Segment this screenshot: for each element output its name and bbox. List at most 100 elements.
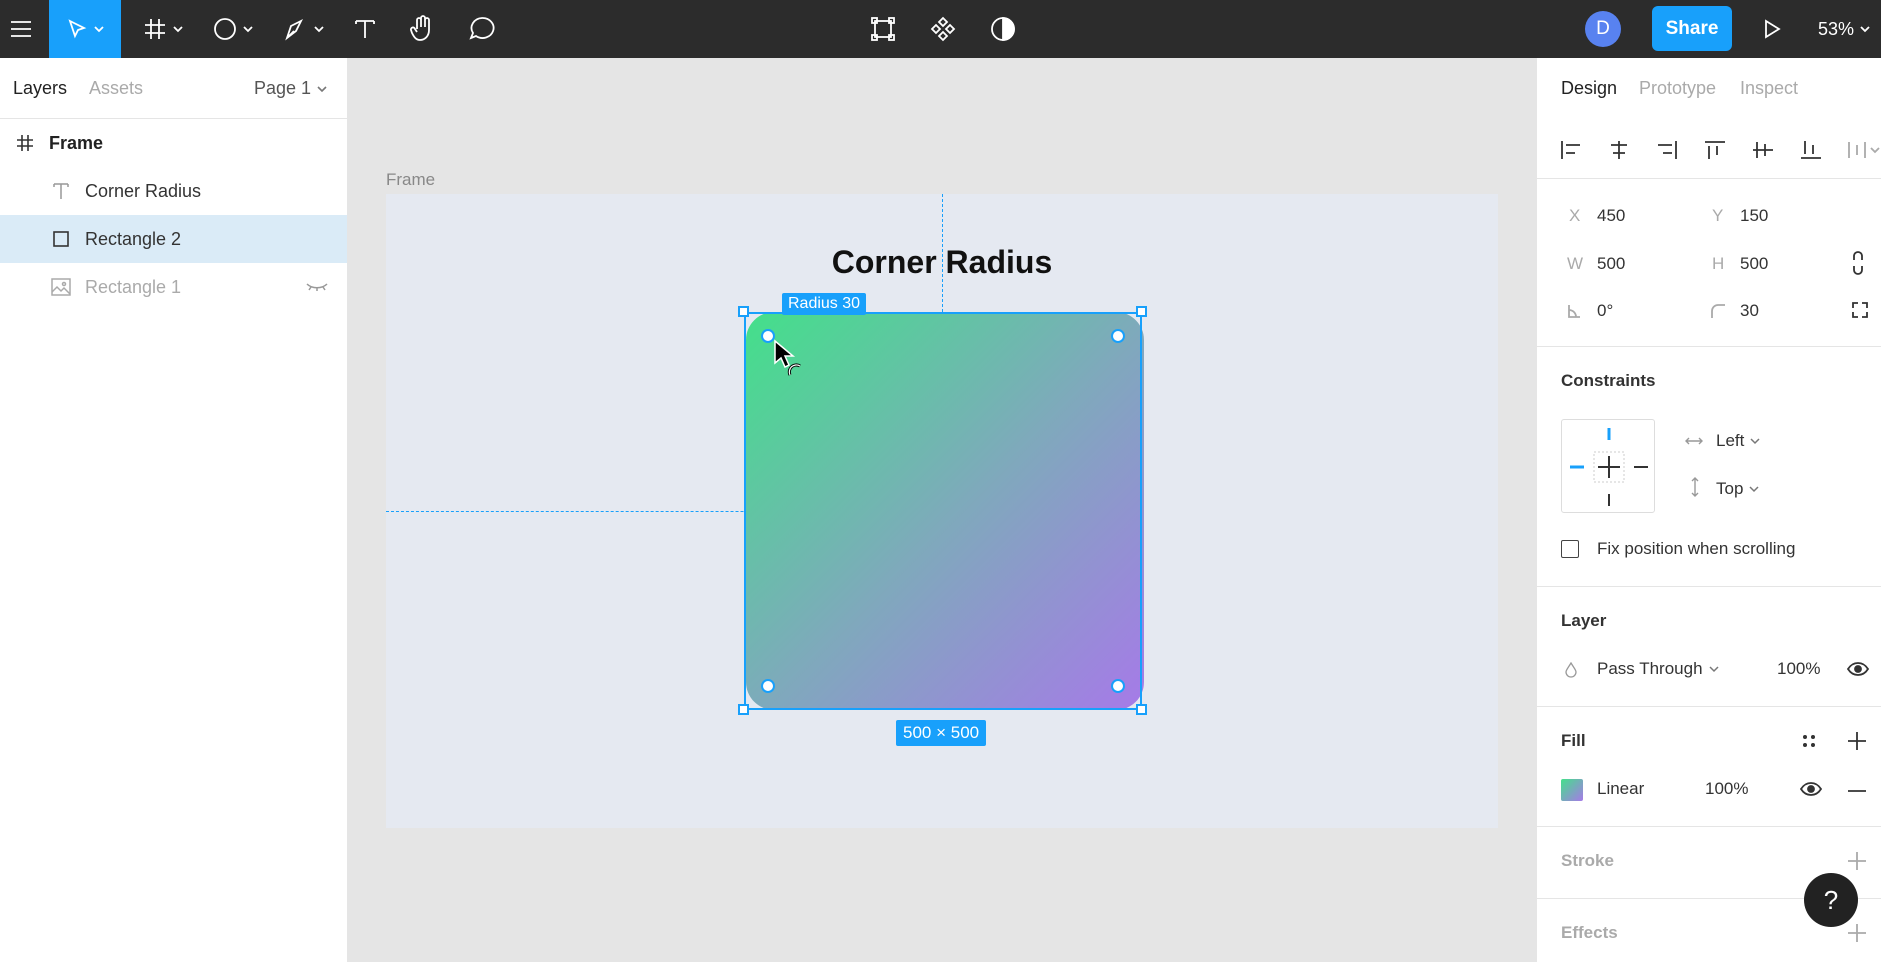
help-button[interactable]: ? [1804,873,1858,927]
text-icon [49,179,73,203]
frame-label[interactable]: Frame [386,170,435,190]
shape-tool-button[interactable] [208,0,258,58]
stroke-title: Stroke [1561,851,1614,870]
constraints-widget[interactable] [1561,419,1655,513]
component-icon [930,16,956,42]
frame-tool-button[interactable] [138,0,188,58]
resize-handle-bottom-left[interactable] [738,704,749,715]
align-top-icon[interactable] [1704,140,1726,160]
avatar[interactable]: D [1585,11,1621,47]
present-button[interactable] [1757,0,1787,58]
main-menu-icon[interactable] [0,0,42,58]
text-tool-button[interactable] [350,0,380,58]
zoom-dropdown[interactable]: 53% [1818,0,1870,58]
y-label: Y [1712,206,1724,225]
mask-button[interactable] [988,0,1018,58]
layer-row-corner-radius[interactable]: Corner Radius [0,167,347,215]
fix-position-checkbox[interactable] [1561,540,1579,558]
rotation-icon [1567,304,1581,318]
tab-prototype[interactable]: Prototype [1639,78,1716,99]
fill-eye-icon[interactable] [1800,781,1822,797]
tab-inspect[interactable]: Inspect [1740,78,1798,99]
styles-grid-icon[interactable] [1801,733,1817,749]
h-label: H [1712,254,1725,273]
rotation-input[interactable]: 0° [1597,301,1613,321]
layer-section: Layer Pass Through 100% [1537,586,1881,706]
align-right-icon[interactable] [1656,140,1678,160]
layer-name: Rectangle 2 [85,228,182,249]
remove-fill-icon[interactable] [1847,789,1867,793]
align-bottom-icon[interactable] [1800,140,1822,160]
blend-drop-icon [1565,662,1577,678]
resize-handle-top-left[interactable] [738,306,749,317]
hand-icon [410,15,430,41]
frame-icon [13,131,37,155]
fill-opacity-input[interactable]: 100% [1705,779,1748,799]
layer-row-frame[interactable]: Frame [0,119,347,167]
fill-type[interactable]: Linear [1597,779,1644,799]
tab-design[interactable]: Design [1561,78,1617,99]
left-panel: Layers Assets Page 1 Frame Corner Radius… [0,58,348,962]
zoom-value: 53% [1818,18,1855,39]
align-horizontal-center-icon[interactable] [1608,140,1630,160]
radius-handle-top-right[interactable] [1111,329,1125,343]
radius-label: Radius 30 [782,293,867,315]
horizontal-constraint-dropdown[interactable]: Left [1716,431,1760,451]
hand-tool-button[interactable] [408,0,438,58]
corner-radius-input[interactable]: 30 [1740,301,1759,321]
x-input[interactable]: 450 [1597,206,1625,226]
corner-radius-icon [1710,303,1726,319]
page-name: Page 1 [254,78,312,98]
add-effect-icon[interactable] [1847,923,1867,943]
vertical-constraint-dropdown[interactable]: Top [1716,479,1759,499]
radius-handle-bottom-left[interactable] [761,679,775,693]
constraints-section: Constraints Left Top Fix position when s… [1537,346,1881,586]
transform-section: X 450 Y 150 W 500 H 500 0° 30 [1537,178,1881,346]
align-left-icon[interactable] [1560,140,1582,160]
pen-tool-button[interactable] [279,0,329,58]
edit-object-button[interactable] [868,0,898,58]
hash-icon [145,19,165,39]
distribute-icon[interactable] [1847,140,1881,160]
w-label: W [1567,254,1584,273]
page-selector[interactable]: Page 1 [254,78,327,99]
tab-layers[interactable]: Layers [13,78,67,99]
tab-assets[interactable]: Assets [89,78,143,99]
layer-name: Rectangle 1 [85,276,182,297]
layer-opacity-input[interactable]: 100% [1777,659,1820,679]
layer-row-rectangle-2[interactable]: Rectangle 2 [0,215,347,263]
toolbar: D Share 53% [0,0,1881,58]
height-input[interactable]: 500 [1740,254,1768,274]
align-vertical-center-icon[interactable] [1752,140,1774,160]
vertical-constraint-value: Top [1716,479,1744,498]
comment-tool-button[interactable] [467,0,497,58]
move-tool-button[interactable] [49,0,121,58]
contrast-icon [991,17,1015,41]
add-stroke-icon[interactable] [1847,851,1867,871]
fill-swatch[interactable] [1561,779,1583,801]
width-input[interactable]: 500 [1597,254,1625,274]
horizontal-arrows-icon [1685,435,1703,447]
share-button[interactable]: Share [1652,6,1732,51]
independent-corners-icon[interactable] [1851,301,1869,319]
radius-handle-bottom-right[interactable] [1111,679,1125,693]
eye-icon[interactable] [1847,661,1869,677]
play-icon [1765,19,1781,39]
hidden-eye-icon[interactable] [305,275,329,299]
resize-handle-top-right[interactable] [1136,306,1147,317]
add-fill-icon[interactable] [1847,731,1867,751]
x-label: X [1569,206,1581,225]
layer-title: Layer [1561,611,1607,630]
blend-mode-value: Pass Through [1597,659,1703,678]
y-input[interactable]: 150 [1740,206,1768,226]
fill-title: Fill [1561,731,1586,750]
fix-position-label: Fix position when scrolling [1597,539,1796,558]
component-button[interactable] [928,0,958,58]
resize-handle-bottom-right[interactable] [1136,704,1147,715]
cursor-icon [68,19,87,39]
constrain-proportions-icon[interactable] [1851,251,1865,275]
size-label: 500 × 500 [896,720,987,746]
fill-section: Fill Linear 100% [1537,706,1881,826]
blend-mode-dropdown[interactable]: Pass Through [1597,659,1719,679]
layer-row-rectangle-1[interactable]: Rectangle 1 [0,263,347,311]
